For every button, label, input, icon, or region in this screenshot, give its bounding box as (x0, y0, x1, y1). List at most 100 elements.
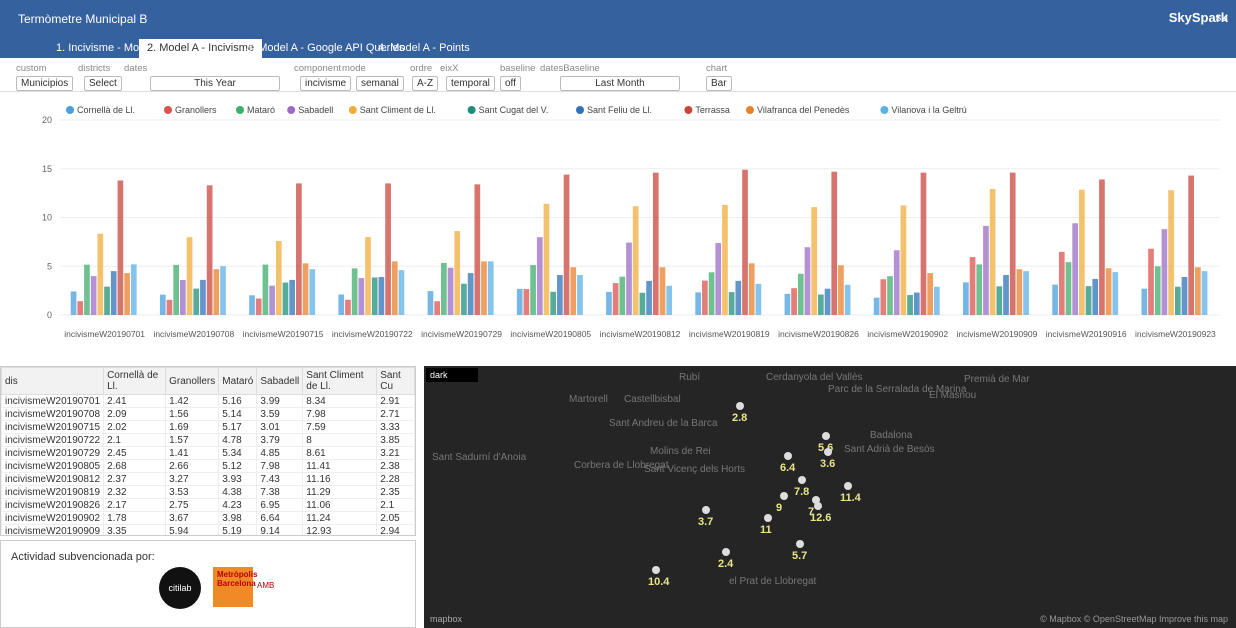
bar[interactable] (811, 207, 818, 315)
bar[interactable] (1079, 189, 1085, 315)
bar[interactable] (206, 185, 213, 315)
bar[interactable] (385, 183, 391, 315)
bar[interactable] (1161, 229, 1168, 315)
bar[interactable] (577, 275, 583, 315)
map-marker[interactable] (780, 492, 788, 500)
bar[interactable] (398, 270, 405, 315)
bar[interactable] (666, 285, 673, 315)
bar[interactable] (934, 286, 940, 315)
map-marker[interactable] (702, 506, 710, 514)
bar[interactable] (791, 288, 797, 315)
map-marker[interactable] (764, 514, 772, 522)
legend-label[interactable]: Sabadell (298, 105, 333, 115)
legend-label[interactable]: Mataró (247, 105, 275, 115)
bar[interactable] (173, 264, 180, 315)
grid-header[interactable]: dis (1, 367, 105, 395)
bar[interactable] (728, 292, 735, 315)
map-marker[interactable] (824, 448, 832, 456)
table-row[interactable]: incivismeW20190909 3.35 5.94 5.19 9.14 12.93 2… (1, 524, 415, 535)
tab-4[interactable]: 4. Model A - Points (370, 39, 478, 58)
ordre-select[interactable]: A-Z (412, 76, 439, 91)
bar[interactable] (804, 247, 811, 315)
table-row[interactable]: incivismeW20190729 2.45 1.41 5.34 4.85 8.61 3.… (1, 446, 415, 460)
bar[interactable] (166, 299, 173, 315)
bar[interactable] (563, 174, 570, 315)
bar[interactable] (748, 263, 755, 315)
bar[interactable] (365, 237, 371, 315)
bar[interactable] (1099, 179, 1105, 315)
bar[interactable] (289, 279, 296, 315)
bar[interactable] (516, 288, 523, 315)
bar[interactable] (969, 257, 976, 315)
bar[interactable] (818, 294, 824, 315)
bar[interactable] (282, 282, 289, 315)
bar[interactable] (659, 267, 666, 315)
bar[interactable] (70, 291, 77, 315)
bar[interactable] (797, 273, 804, 315)
table-row[interactable]: incivismeW20190708 2.09 1.56 5.14 3.59 7.98 2.… (1, 407, 415, 421)
bar[interactable] (97, 233, 104, 315)
bar[interactable] (351, 268, 358, 315)
bar[interactable] (1058, 251, 1065, 315)
bar[interactable] (441, 262, 447, 315)
bar[interactable] (646, 280, 652, 315)
bar[interactable] (536, 237, 543, 315)
bar[interactable] (1016, 269, 1023, 315)
bar[interactable] (454, 231, 461, 315)
bar[interactable] (1065, 262, 1072, 315)
bar[interactable] (104, 286, 110, 315)
bar[interactable] (249, 295, 255, 315)
bar[interactable] (619, 276, 626, 315)
bar[interactable] (1201, 271, 1208, 315)
table-row[interactable]: incivismeW20190902 1.78 3.67 3.98 6.64 11.24 2… (1, 511, 415, 525)
bar[interactable] (784, 293, 791, 315)
bar[interactable] (1174, 286, 1181, 315)
map-marker[interactable] (722, 548, 730, 556)
app-title[interactable]: Termòmetre Municipal B (18, 12, 147, 26)
table-row[interactable]: incivismeW20190812 2.37 3.27 3.93 7.43 11.16 2… (1, 472, 415, 486)
bar[interactable] (523, 289, 530, 315)
bar[interactable] (708, 272, 715, 315)
bar[interactable] (481, 261, 487, 315)
table-row[interactable]: incivismeW20190805 2.68 2.66 5.12 7.98 11.41 2… (1, 459, 415, 473)
bar[interactable] (1105, 268, 1112, 315)
bar[interactable] (1112, 272, 1119, 315)
bar[interactable] (255, 298, 262, 315)
table-row[interactable]: incivismeW20190826 2.17 2.75 4.23 6.95 11.06 2… (1, 498, 415, 512)
bar[interactable] (715, 243, 722, 315)
map-marker[interactable] (798, 476, 806, 484)
bar[interactable] (543, 203, 550, 315)
bar[interactable] (976, 264, 983, 315)
bar[interactable] (963, 282, 969, 315)
bar[interactable] (612, 283, 619, 315)
datesBaseline-field[interactable]: Last Month (560, 76, 680, 91)
component-select[interactable]: incivisme (300, 76, 352, 91)
bar[interactable] (1023, 271, 1029, 315)
bar[interactable] (927, 273, 934, 315)
bar[interactable] (632, 206, 639, 315)
table-row[interactable]: incivismeW20190715 2.02 1.69 5.17 3.01 7.59 3.… (1, 420, 415, 434)
bar[interactable] (1141, 288, 1148, 315)
bar[interactable] (124, 273, 130, 315)
bar[interactable] (913, 292, 920, 315)
map-marker[interactable] (844, 482, 852, 490)
bar[interactable] (77, 301, 84, 315)
bar[interactable] (550, 291, 557, 315)
map-marker[interactable] (736, 402, 744, 410)
bar[interactable] (1148, 248, 1154, 315)
bar[interactable] (702, 280, 708, 315)
bar[interactable] (824, 288, 831, 315)
mode-select[interactable]: semanal (356, 76, 404, 91)
bar[interactable] (530, 265, 536, 315)
bar[interactable] (1003, 275, 1009, 315)
grid-header[interactable]: Mataró (218, 367, 258, 395)
legend-label[interactable]: Terrassa (695, 105, 730, 115)
bar[interactable] (742, 169, 748, 315)
bar[interactable] (180, 279, 186, 315)
legend-label[interactable]: Vilafranca del Penedès (757, 105, 850, 115)
table-row[interactable]: incivismeW20190819 2.32 3.53 4.38 7.38 11.29 2… (1, 485, 415, 499)
bar[interactable] (838, 265, 844, 315)
bar[interactable] (275, 240, 282, 315)
bar[interactable] (755, 283, 762, 315)
grid-header[interactable]: Granollers (165, 367, 220, 395)
